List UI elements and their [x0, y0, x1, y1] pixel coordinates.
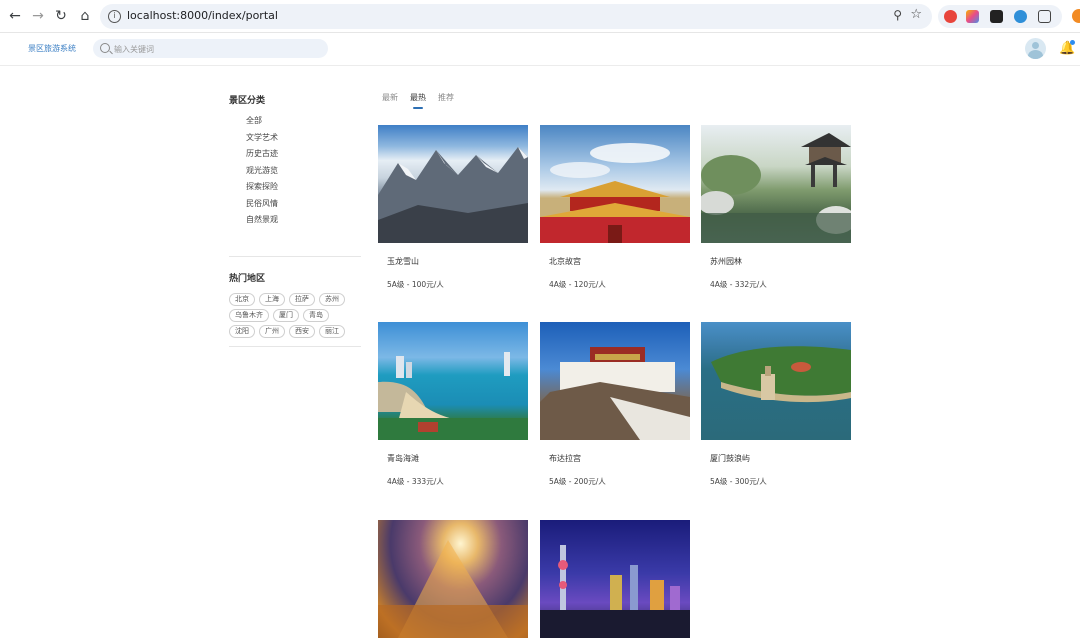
- scenic-meta: 5A级 - 100元/人: [387, 280, 444, 289]
- category-item[interactable]: 自然景观: [246, 212, 361, 229]
- scenic-card[interactable]: 北京故宫 4A级 - 120元/人: [540, 125, 690, 290]
- tab-latest[interactable]: 最新: [382, 92, 398, 109]
- region-tag[interactable]: 北京: [229, 292, 255, 306]
- forward-icon[interactable]: →: [29, 7, 47, 25]
- scenic-card[interactable]: [378, 520, 528, 638]
- zoom-icon[interactable]: ⚲: [893, 8, 902, 22]
- scenic-card[interactable]: 厦门鼓浪屿 5A级 - 300元/人: [701, 322, 851, 487]
- scenic-card[interactable]: [540, 520, 690, 638]
- category-item[interactable]: 全部: [246, 113, 361, 130]
- search-input[interactable]: 输入关键词: [93, 39, 328, 58]
- scenic-image[interactable]: [378, 322, 528, 440]
- sidebar: 景区分类 全部 文学艺术 历史古迹 观光游览 探索探险 民俗风情 自然景观 热门…: [229, 93, 361, 347]
- region-title: 热门地区: [229, 273, 266, 284]
- scenic-image[interactable]: [701, 322, 851, 440]
- scenic-name[interactable]: 厦门鼓浪屿: [710, 453, 851, 464]
- category-item[interactable]: 观光游览: [246, 163, 361, 180]
- site-brand[interactable]: 景区旅游系统: [28, 43, 76, 54]
- sidebar-divider-bottom: [229, 345, 361, 347]
- scenic-meta: 4A级 - 332元/人: [710, 280, 767, 289]
- scenic-name[interactable]: 青岛海滩: [387, 453, 528, 464]
- scenic-image[interactable]: [378, 520, 528, 638]
- puzzle-extensions-icon[interactable]: [1038, 10, 1051, 23]
- url-text[interactable]: localhost:8000/index/portal: [127, 9, 278, 22]
- scenic-meta: 5A级 - 200元/人: [549, 477, 606, 486]
- category-list: 全部 文学艺术 历史古迹 观光游览 探索探险 民俗风情 自然景观: [246, 113, 361, 229]
- back-icon[interactable]: ←: [6, 7, 24, 25]
- region-tag[interactable]: 青岛: [303, 308, 329, 322]
- scenic-image[interactable]: [701, 125, 851, 243]
- scenic-name[interactable]: 玉龙雪山: [387, 256, 528, 267]
- region-tags: 北京 上海 拉萨 苏州 乌鲁木齐 厦门 青岛 沈阳 广州 西安 丽江: [229, 292, 349, 338]
- search-placeholder: 输入关键词: [114, 45, 154, 54]
- sort-tabs: 最新 最热 推荐: [382, 92, 454, 109]
- browser-profile-avatar[interactable]: [1072, 9, 1080, 23]
- scenic-image[interactable]: [540, 520, 690, 638]
- extensions-bar: [938, 5, 1062, 28]
- scenic-meta: 4A级 - 120元/人: [549, 280, 606, 289]
- address-bar[interactable]: i localhost:8000/index/portal ⚲ ☆: [100, 4, 932, 29]
- region-tag[interactable]: 沈阳: [229, 324, 255, 338]
- dark-extension-icon[interactable]: [990, 10, 1003, 23]
- app-header: 景区旅游系统 输入关键词 🔔: [0, 33, 1080, 66]
- scenic-image[interactable]: [378, 125, 528, 243]
- reload-icon[interactable]: ↻: [52, 7, 70, 25]
- region-tag[interactable]: 西安: [289, 324, 315, 338]
- bookmark-star-icon[interactable]: ☆: [910, 7, 922, 22]
- scenic-image[interactable]: [540, 125, 690, 243]
- scenic-card[interactable]: 青岛海滩 4A级 - 333元/人: [378, 322, 528, 487]
- scenic-name[interactable]: 苏州园林: [710, 256, 851, 267]
- region-tag[interactable]: 乌鲁木齐: [229, 308, 269, 322]
- scenic-card[interactable]: 苏州园林 4A级 - 332元/人: [701, 125, 851, 290]
- region-tag[interactable]: 拉萨: [289, 292, 315, 306]
- browser-toolbar: ← → ↻ ⌂ i localhost:8000/index/portal ⚲ …: [0, 0, 1080, 33]
- scenic-card[interactable]: 布达拉宫 5A级 - 200元/人: [540, 322, 690, 487]
- category-item[interactable]: 文学艺术: [246, 130, 361, 147]
- user-avatar[interactable]: [1025, 38, 1046, 59]
- tab-hottest[interactable]: 最热: [410, 92, 426, 109]
- home-icon[interactable]: ⌂: [76, 7, 94, 25]
- category-item[interactable]: 历史古迹: [246, 146, 361, 163]
- scenic-name[interactable]: 布达拉宫: [549, 453, 690, 464]
- color-extension-icon[interactable]: [966, 10, 979, 23]
- region-tag[interactable]: 苏州: [319, 292, 345, 306]
- scenic-meta: 5A级 - 300元/人: [710, 477, 767, 486]
- category-item[interactable]: 探索探险: [246, 179, 361, 196]
- notification-badge: [1070, 40, 1075, 45]
- scenic-image[interactable]: [540, 322, 690, 440]
- sidebar-divider: [229, 255, 361, 257]
- category-title: 景区分类: [229, 96, 266, 106]
- scenic-meta: 4A级 - 333元/人: [387, 477, 444, 486]
- adblock-extension-icon[interactable]: [944, 10, 957, 23]
- scenic-card[interactable]: 玉龙雪山 5A级 - 100元/人: [378, 125, 528, 290]
- scenic-name[interactable]: 北京故宫: [549, 256, 690, 267]
- region-tag[interactable]: 厦门: [273, 308, 299, 322]
- category-item[interactable]: 民俗风情: [246, 196, 361, 213]
- cloud-extension-icon[interactable]: [1014, 10, 1027, 23]
- region-tag[interactable]: 丽江: [319, 324, 345, 338]
- region-tag[interactable]: 上海: [259, 292, 285, 306]
- tab-recommended[interactable]: 推荐: [438, 92, 454, 109]
- site-info-icon[interactable]: i: [108, 10, 121, 23]
- search-icon: [100, 43, 110, 53]
- region-tag[interactable]: 广州: [259, 324, 285, 338]
